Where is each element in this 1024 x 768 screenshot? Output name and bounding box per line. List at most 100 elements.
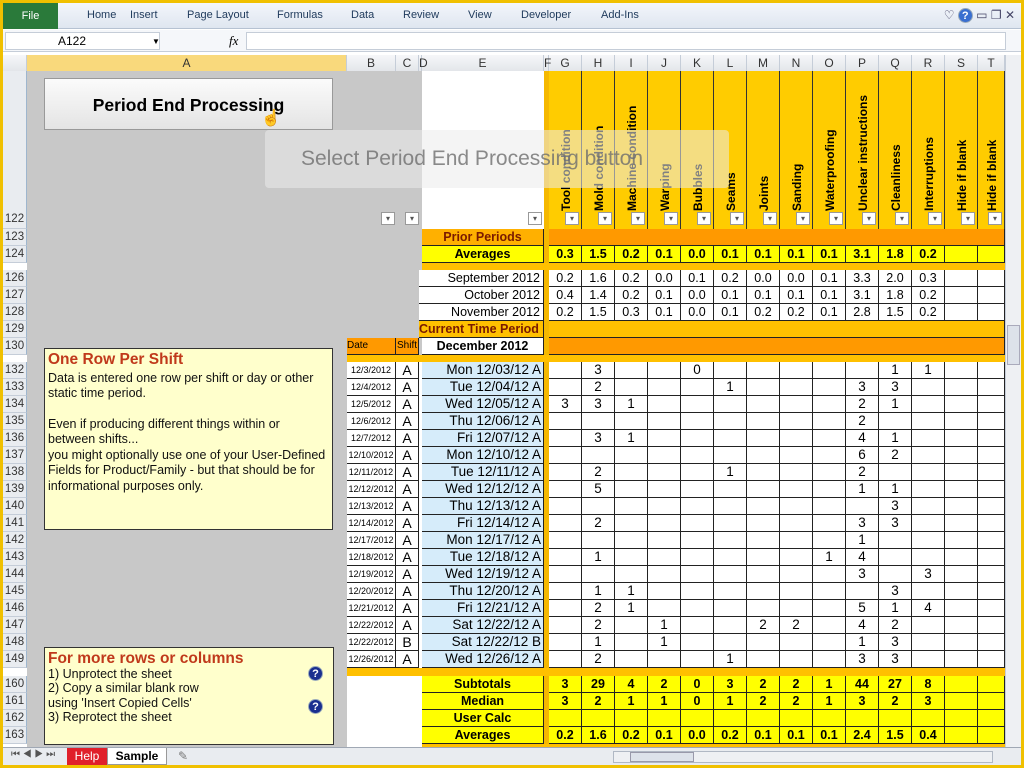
shift-cell[interactable]: A [396, 549, 419, 566]
filter-dropdown-icon[interactable]: ▾ [565, 212, 579, 225]
shift-cell[interactable]: A [396, 566, 419, 583]
data-cell[interactable] [615, 413, 648, 430]
data-cell[interactable] [714, 430, 747, 447]
data-cell[interactable] [681, 600, 714, 617]
shift-label[interactable]: Tue 12/11/12 A [422, 464, 544, 481]
data-cell[interactable]: 2 [582, 515, 615, 532]
sheet-grid[interactable]: Tool condition▾Mold condition▾Machine co… [3, 3, 1005, 747]
summary-cell[interactable]: 3 [714, 676, 747, 693]
shift-cell[interactable]: A [396, 447, 419, 464]
data-cell[interactable] [747, 430, 780, 447]
empty-cell[interactable] [945, 710, 978, 727]
shift-cell[interactable]: A [396, 481, 419, 498]
summary-cell[interactable]: 0.1 [813, 727, 846, 744]
data-cell[interactable] [912, 430, 945, 447]
summary-cell[interactable]: 0.2 [714, 727, 747, 744]
row-header[interactable]: 139 [3, 481, 27, 498]
date-cell[interactable]: 12/20/2012 [347, 583, 396, 600]
empty-cell[interactable] [945, 634, 978, 651]
shift-label[interactable]: Tue 12/04/12 A [422, 379, 544, 396]
data-cell[interactable] [681, 447, 714, 464]
data-cell[interactable] [813, 532, 846, 549]
data-cell[interactable] [813, 430, 846, 447]
row-header[interactable]: 160 [3, 676, 27, 693]
data-cell[interactable]: 5 [582, 481, 615, 498]
data-cell[interactable] [681, 481, 714, 498]
data-cell[interactable] [813, 617, 846, 634]
empty-cell[interactable] [978, 600, 1005, 617]
data-cell[interactable] [747, 532, 780, 549]
data-cell[interactable] [879, 549, 912, 566]
data-cell[interactable] [648, 515, 681, 532]
data-cell[interactable]: 2 [582, 617, 615, 634]
date-cell[interactable]: 12/18/2012 [347, 549, 396, 566]
data-cell[interactable] [747, 379, 780, 396]
summary-cell[interactable]: 2 [648, 676, 681, 693]
summary-cell[interactable] [714, 710, 747, 727]
filter-dropdown-icon[interactable]: ▾ [763, 212, 777, 225]
data-cell[interactable] [912, 413, 945, 430]
data-cell[interactable]: 2 [846, 413, 879, 430]
data-cell[interactable]: 2 [582, 651, 615, 668]
data-cell[interactable] [648, 566, 681, 583]
data-cell[interactable] [912, 379, 945, 396]
summary-cell[interactable]: 8 [912, 676, 945, 693]
data-cell[interactable]: 1 [615, 583, 648, 600]
data-cell[interactable]: 3 [846, 515, 879, 532]
summary-label[interactable]: User Calc [422, 710, 544, 727]
data-cell[interactable]: 2 [780, 617, 813, 634]
month-value-cell[interactable]: 0.1 [714, 287, 747, 304]
empty-cell[interactable] [945, 430, 978, 447]
data-cell[interactable] [879, 464, 912, 481]
empty-cell[interactable] [945, 481, 978, 498]
data-cell[interactable] [549, 515, 582, 532]
data-cell[interactable] [549, 447, 582, 464]
shift-cell[interactable]: A [396, 413, 419, 430]
data-cell[interactable] [714, 396, 747, 413]
period-end-processing-button[interactable]: Period End Processing [44, 78, 333, 130]
month-value-cell[interactable]: 0.1 [714, 304, 747, 321]
current-period-band[interactable] [549, 321, 1005, 338]
data-cell[interactable]: 4 [846, 617, 879, 634]
data-cell[interactable]: 2 [747, 617, 780, 634]
data-cell[interactable]: 1 [879, 430, 912, 447]
data-cell[interactable] [714, 498, 747, 515]
month-value-cell[interactable]: 0.0 [681, 304, 714, 321]
data-cell[interactable] [681, 634, 714, 651]
empty-cell[interactable] [978, 379, 1005, 396]
summary-cell[interactable]: 2 [747, 693, 780, 710]
data-cell[interactable] [780, 651, 813, 668]
data-cell[interactable] [681, 549, 714, 566]
summary-cell[interactable] [648, 710, 681, 727]
month-value-cell[interactable]: 0.2 [615, 270, 648, 287]
filter-dropdown-icon[interactable]: ▾ [961, 212, 975, 225]
summary-cell[interactable]: 3 [549, 676, 582, 693]
data-cell[interactable] [549, 481, 582, 498]
date-cell[interactable]: 12/12/2012 [347, 481, 396, 498]
current-month[interactable]: December 2012 [422, 338, 544, 355]
data-cell[interactable] [549, 617, 582, 634]
data-cell[interactable]: 4 [846, 430, 879, 447]
shift-cell[interactable]: A [396, 532, 419, 549]
data-cell[interactable] [813, 396, 846, 413]
row-header[interactable]: 163 [3, 727, 27, 744]
data-cell[interactable] [648, 447, 681, 464]
data-cell[interactable] [615, 515, 648, 532]
data-cell[interactable]: 0 [681, 362, 714, 379]
data-cell[interactable] [780, 583, 813, 600]
data-cell[interactable] [714, 549, 747, 566]
data-cell[interactable] [747, 481, 780, 498]
prior-average-cell[interactable]: 0.1 [747, 246, 780, 263]
data-cell[interactable] [648, 362, 681, 379]
filter-dropdown-icon[interactable]: ▾ [598, 212, 612, 225]
empty-cell[interactable] [978, 270, 1005, 287]
date-cell[interactable]: 12/10/2012 [347, 447, 396, 464]
summary-cell[interactable] [549, 710, 582, 727]
month-value-cell[interactable]: 0.3 [615, 304, 648, 321]
data-cell[interactable]: 3 [879, 651, 912, 668]
month-value-cell[interactable]: 0.2 [714, 270, 747, 287]
data-cell[interactable]: 1 [648, 617, 681, 634]
data-cell[interactable] [912, 532, 945, 549]
date-cell[interactable]: 12/7/2012 [347, 430, 396, 447]
data-cell[interactable]: 3 [879, 498, 912, 515]
